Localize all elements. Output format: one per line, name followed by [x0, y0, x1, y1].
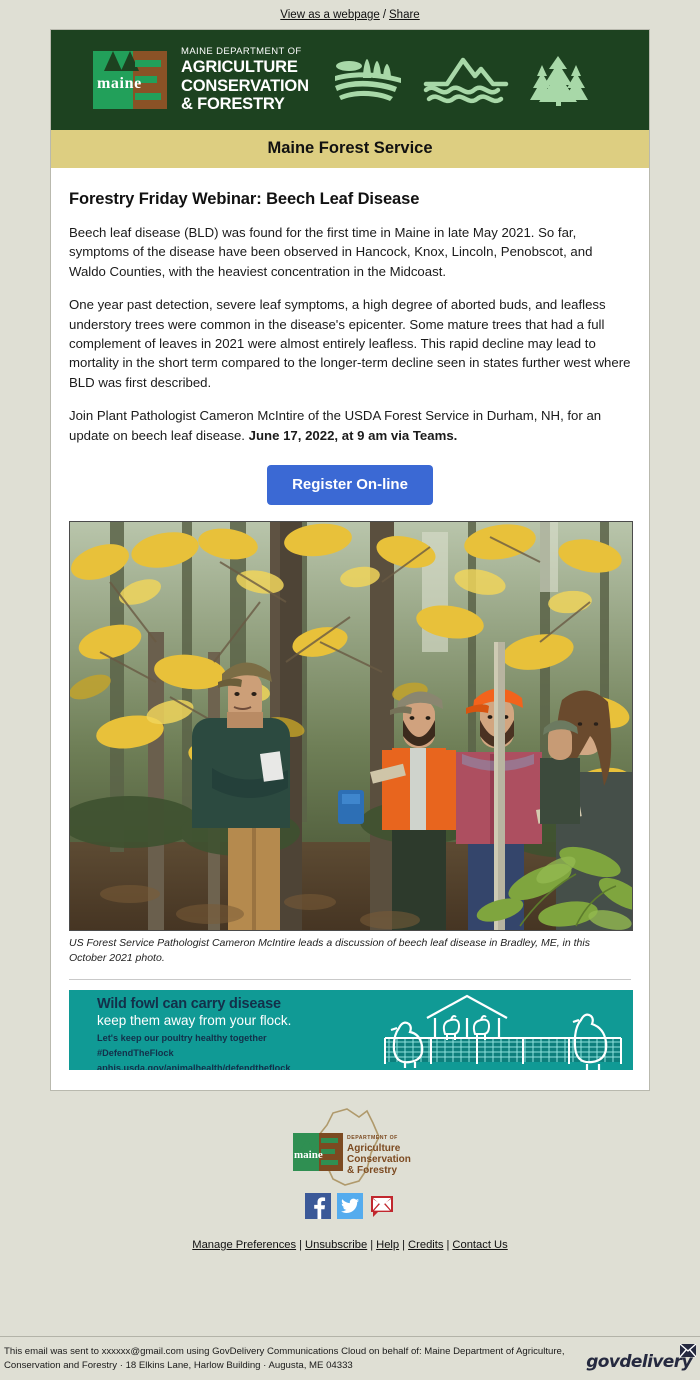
govdelivery-logo: govdelivery: [586, 1344, 696, 1372]
footer-links: Manage Preferences | Unsubscribe | Help | Cred…: [0, 1239, 700, 1251]
facebook-link[interactable]: [305, 1192, 331, 1219]
legal-line-1: This email was sent to xxxxxx@gmail.com …: [4, 1345, 565, 1357]
svg-text:Conservation: Conservation: [347, 1154, 411, 1165]
svg-text:maine: maine: [294, 1149, 323, 1161]
article-body: Forestry Friday Webinar: Beech Leaf Dise…: [51, 168, 649, 1070]
footer-sep-2: |: [370, 1238, 374, 1251]
preheader-separator: /: [382, 9, 387, 21]
preheader: View as a webpage / Share: [0, 0, 700, 29]
agency-line-1: AGRICULTURE: [181, 58, 298, 77]
email-card: maine MAINE DEPARTMENT OF AGRICULTURE CO…: [50, 29, 650, 1091]
govdelivery-wordmark: govdelivery: [586, 1352, 692, 1372]
legal-bar: This email was sent to xxxxxx@gmail.com …: [0, 1336, 700, 1380]
email-link[interactable]: [369, 1193, 395, 1219]
article-title: Forestry Friday Webinar: Beech Leaf Dise…: [69, 190, 420, 208]
maine-logo-word: maine: [97, 75, 142, 92]
forest-group-photo: [69, 521, 633, 932]
view-as-webpage-link[interactable]: View as a webpage: [280, 9, 380, 21]
svg-text:& Forestry: & Forestry: [347, 1165, 397, 1176]
footer-agency-logo: maine DEPARTMENT OF Agriculture Conserva…: [275, 1107, 425, 1187]
legal-text: This email was sent to xxxxxx@gmail.com …: [4, 1345, 565, 1373]
newsletter-title-bar: Maine Forest Service: [51, 130, 649, 168]
article-paragraph-3: Join Plant Pathologist Cameron McIntire …: [69, 406, 631, 445]
article-paragraph-1: Beech leaf disease (BLD) was found for t…: [69, 225, 593, 279]
contact-us-link[interactable]: Contact Us: [452, 1239, 507, 1251]
manage-preferences-link[interactable]: Manage Preferences: [192, 1239, 296, 1251]
maine-me-logo-icon: maine: [93, 51, 167, 109]
svg-text:DEPARTMENT OF: DEPARTMENT OF: [347, 1135, 398, 1141]
defend-the-flock-ad[interactable]: Wild fowl can carry disease keep them aw…: [69, 989, 633, 1070]
pine-trees-icon: [529, 56, 588, 106]
webinar-datetime: June 17, 2022, at 9 am via Teams.: [248, 427, 458, 443]
facebook-icon[interactable]: [305, 1192, 331, 1219]
agency-dept-line: MAINE DEPARTMENT OF: [181, 45, 302, 57]
poultry-coop-illustration: [384, 994, 622, 1070]
svg-text:Agriculture: Agriculture: [347, 1143, 401, 1154]
agency-banner: maine MAINE DEPARTMENT OF AGRICULTURE CO…: [51, 30, 649, 130]
share-link[interactable]: Share: [389, 9, 420, 21]
farm-field-icon: [334, 59, 401, 101]
email-icon[interactable]: [369, 1193, 395, 1219]
agency-line-2: CONSERVATION: [181, 76, 309, 95]
article-paragraph-2: One year past detection, severe leaf sym…: [69, 297, 631, 390]
social-links: [0, 1192, 700, 1219]
banner-icon-group: [333, 54, 589, 106]
legal-line-2: Conservation and Forestry · 18 Elkins La…: [4, 1359, 353, 1371]
register-button-wrap: Register On-line: [69, 465, 631, 506]
agency-name: MAINE DEPARTMENT OF AGRICULTURE CONSERVA…: [181, 47, 309, 114]
register-online-button[interactable]: Register On-line: [267, 465, 433, 506]
twitter-link[interactable]: [337, 1192, 363, 1219]
photo-caption: US Forest Service Pathologist Cameron Mc…: [69, 937, 590, 965]
maine-state-outline-logo-icon: maine DEPARTMENT OF Agriculture Conserva…: [293, 1107, 411, 1186]
unsubscribe-link[interactable]: Unsubscribe: [305, 1239, 367, 1251]
photo-illustration: [70, 522, 632, 931]
footer-sep-3: |: [402, 1238, 406, 1251]
credits-link[interactable]: Credits: [408, 1239, 443, 1251]
footer-sep-1: |: [299, 1238, 303, 1251]
help-link[interactable]: Help: [376, 1239, 399, 1251]
divider: [69, 978, 631, 980]
mountain-river-icon: [423, 57, 509, 104]
twitter-icon[interactable]: [337, 1192, 363, 1219]
govdelivery-envelope-icon: [680, 1344, 696, 1357]
email-footer: maine DEPARTMENT OF Agriculture Conserva…: [0, 1091, 700, 1251]
agency-line-3: & FORESTRY: [181, 94, 285, 113]
